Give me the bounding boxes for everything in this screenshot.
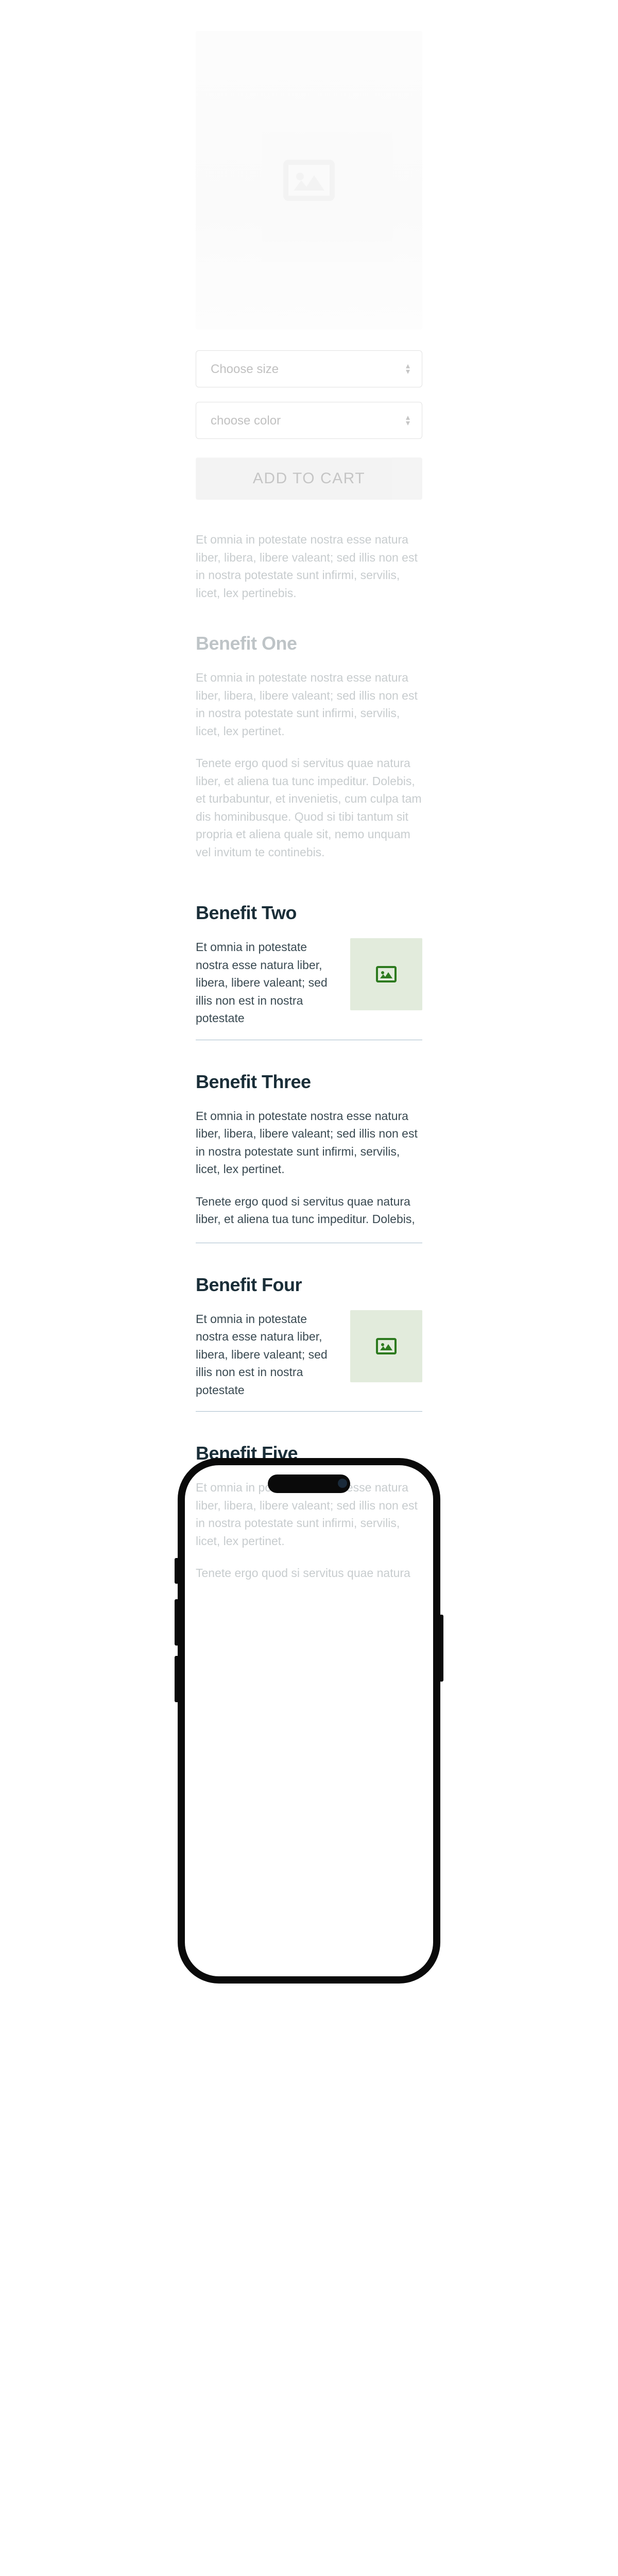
- benefit-title: Benefit Five: [196, 1443, 422, 1464]
- benefit-section-4: Benefit Four Et omnia in potestate nostr…: [196, 1274, 422, 1412]
- phone-side-button: [175, 1656, 179, 1702]
- intro-text: Et omnia in potestate nostra esse natura…: [196, 531, 422, 602]
- benefit-title: Benefit Four: [196, 1274, 422, 1296]
- benefit-section-3: Benefit Three Et omnia in potestate nost…: [196, 1071, 422, 1243]
- benefit-paragraph: Tenete ergo quod si servitus quae natura…: [196, 754, 422, 861]
- benefit-section-2: Benefit Two Et omnia in potestate nostra…: [196, 902, 422, 1040]
- benefit-section-1: Benefit One Et omnia in potestate nostra…: [196, 633, 422, 861]
- phone-side-button: [175, 1558, 179, 1584]
- image-icon: [374, 1334, 399, 1359]
- benefit-paragraph: Tenete ergo quod si servitus quae natura…: [196, 1193, 422, 1228]
- section-divider: [196, 1411, 422, 1412]
- phone-side-button: [175, 1599, 179, 1646]
- benefit-paragraph: Tenete ergo quod si servitus quae natura: [196, 1564, 422, 1582]
- benefit-paragraph: Et omnia in potestate nostra esse natura…: [196, 1310, 337, 1399]
- size-select-wrapper: Choose size ▴▾: [196, 350, 422, 387]
- benefit-image-placeholder: [350, 1310, 422, 1382]
- color-select-wrapper: choose color ▴▾: [196, 402, 422, 439]
- image-placeholder-icon: [278, 149, 340, 211]
- size-select[interactable]: Choose size: [196, 350, 422, 387]
- benefit-image-placeholder: [350, 938, 422, 1010]
- phone-side-button: [439, 1615, 443, 1682]
- add-to-cart-button[interactable]: ADD TO CART: [196, 457, 422, 500]
- intro-paragraph: Et omnia in potestate nostra esse natura…: [196, 531, 422, 602]
- benefit-section-5: Benefit Five Et omnia in potestate nostr…: [196, 1443, 422, 1582]
- benefit-title: Benefit Three: [196, 1071, 422, 1093]
- color-select[interactable]: choose color: [196, 402, 422, 439]
- product-image-placeholder: [196, 31, 422, 330]
- benefit-paragraph: Et omnia in potestate nostra esse natura…: [196, 1107, 422, 1178]
- image-icon: [374, 962, 399, 987]
- benefit-paragraph: Et omnia in potestate nostra esse natura…: [196, 1479, 422, 1550]
- benefit-title: Benefit Two: [196, 902, 422, 924]
- benefit-title: Benefit One: [196, 633, 422, 654]
- benefit-paragraph: Et omnia in potestate nostra esse natura…: [196, 669, 422, 740]
- benefit-paragraph: Et omnia in potestate nostra esse natura…: [196, 938, 337, 1027]
